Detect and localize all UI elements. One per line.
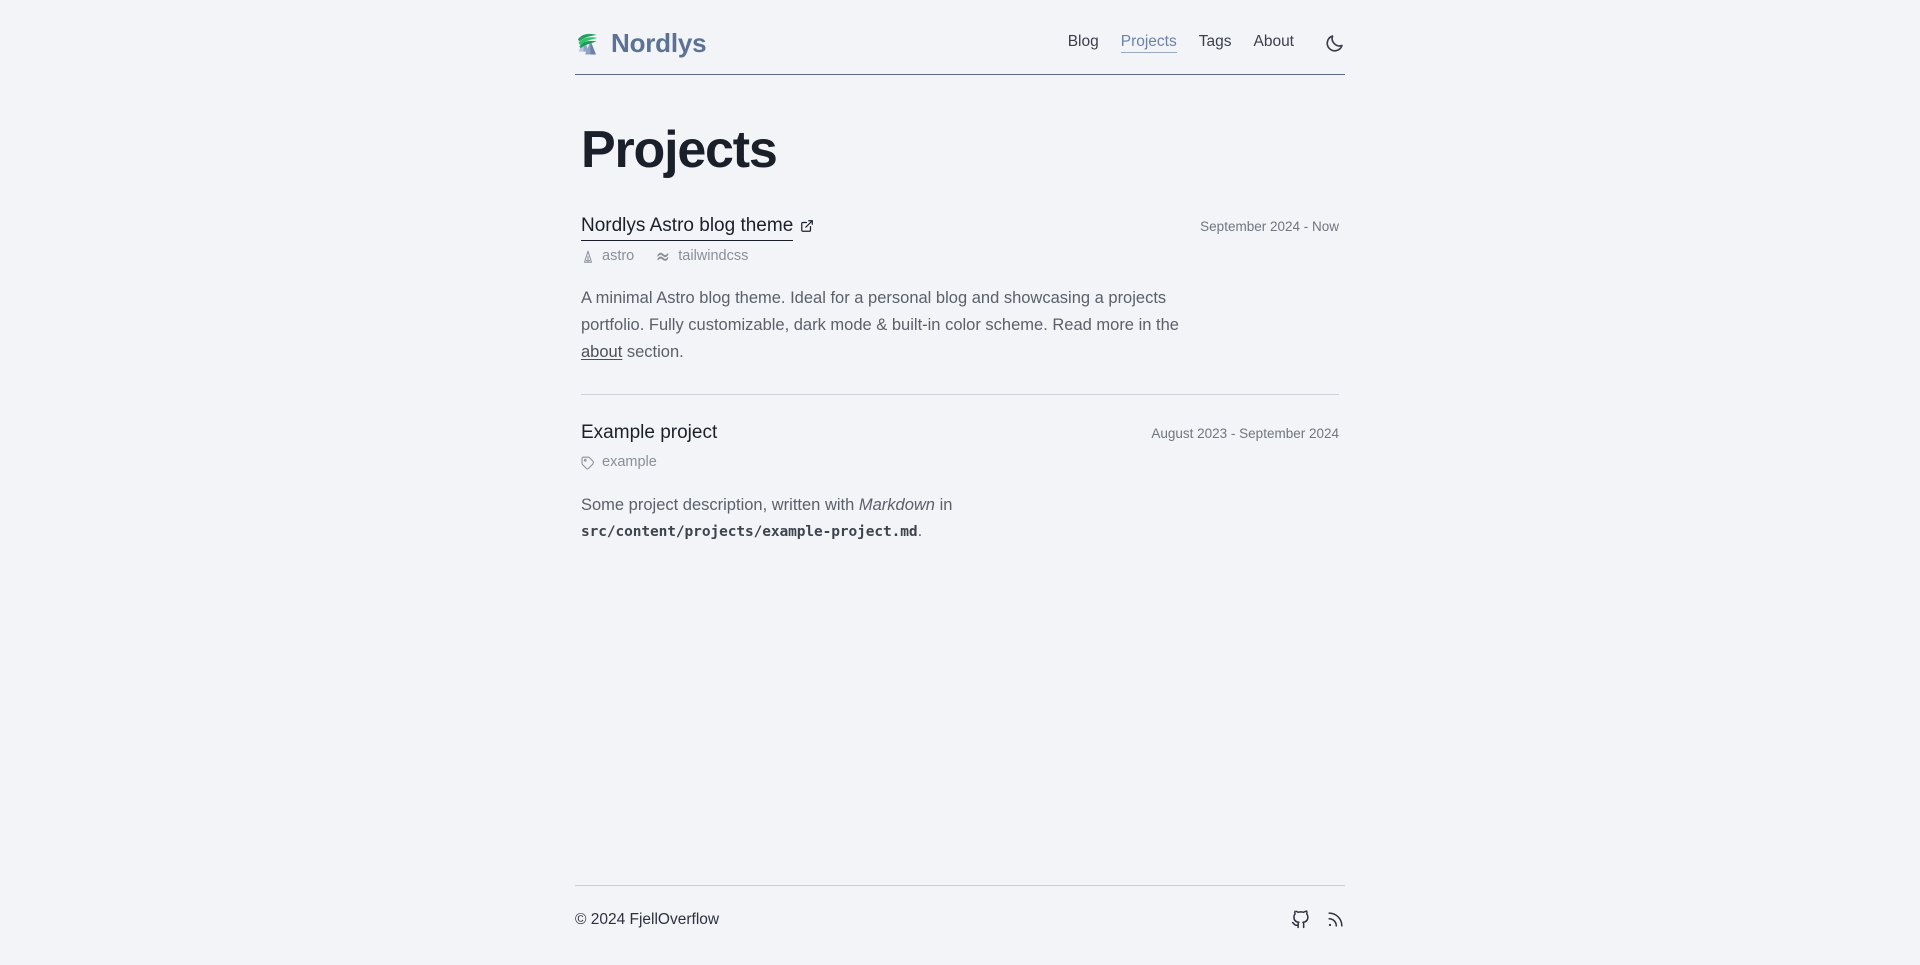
theme-toggle-button[interactable] (1324, 33, 1345, 54)
aurora-mountain-logo-icon (577, 33, 598, 55)
site-footer: © 2024 FjellOverflow (575, 885, 1345, 965)
project-title[interactable]: Nordlys Astro blog theme (581, 212, 794, 242)
nav-item-blog[interactable]: Blog (1068, 33, 1099, 53)
page-title: Projects (581, 121, 778, 179)
description-text: in (935, 495, 953, 514)
project-date: August 2023 - September 2024 (1151, 425, 1339, 441)
brand-name: Nordlys (611, 28, 707, 58)
tag-icon (581, 456, 594, 470)
project-tag-example[interactable]: example (581, 454, 657, 471)
copyright-text: © 2024 FjellOverflow (575, 910, 720, 928)
description-text: . (917, 522, 923, 541)
external-link-icon (801, 220, 814, 233)
nav-item-projects[interactable]: Projects (1120, 33, 1177, 54)
project-header: Nordlys Astro blog theme September 2024 … (581, 212, 1339, 242)
astro-icon (584, 250, 592, 263)
project-tag-label: tailwindcss (678, 248, 749, 265)
project-tag-astro[interactable]: astro (581, 248, 634, 265)
project-title: Example project (581, 421, 718, 443)
project-tags: example (581, 454, 1339, 471)
site-header: Nordlys Blog Projects Tags About (575, 22, 1345, 75)
about-link[interactable]: about (581, 343, 622, 361)
nav-item-about[interactable]: About (1253, 33, 1294, 53)
description-emphasis: Markdown (858, 495, 935, 514)
github-link[interactable] (1291, 910, 1310, 929)
project-description: Some project description, written with M… (581, 492, 1181, 545)
project-tags: astro tailwindcss (581, 248, 1339, 265)
project-item: Example project August 2023 - September … (581, 393, 1339, 549)
project-description: A minimal Astro blog theme. Ideal for a … (581, 285, 1181, 365)
projects-list: Nordlys Astro blog theme September 2024 … (575, 212, 1345, 549)
page-root: Nordlys Blog Projects Tags About Project… (0, 0, 1920, 965)
project-item: Nordlys Astro blog theme September 2024 … (581, 212, 1339, 370)
tailwindcss-icon (657, 253, 669, 262)
nav-item-tags[interactable]: Tags (1199, 33, 1232, 53)
moon-icon (1326, 34, 1343, 52)
github-icon (1291, 910, 1309, 929)
description-text: section. (622, 342, 684, 361)
social-links (1291, 910, 1345, 929)
project-header: Example project August 2023 - September … (581, 419, 1339, 448)
project-tag-label: example (602, 454, 657, 471)
description-code: src/content/projects/example-project.md (581, 524, 918, 541)
rss-icon (1328, 912, 1343, 927)
project-title-link[interactable]: Nordlys Astro blog theme (581, 212, 814, 242)
description-text: Some project description, written with (581, 495, 859, 514)
content-container: Nordlys Blog Projects Tags About Project… (575, 0, 1345, 549)
description-text: A minimal Astro blog theme. Ideal for a … (581, 289, 1179, 335)
project-tag-label: astro (602, 248, 635, 265)
main-nav: Blog Projects Tags About (1068, 33, 1345, 54)
project-tag-tailwindcss[interactable]: tailwindcss (656, 248, 748, 265)
rss-link[interactable] (1326, 910, 1345, 929)
project-title-wrap: Example project (581, 419, 717, 448)
project-date: September 2024 - Now (1200, 218, 1339, 234)
brand-home-link[interactable]: Nordlys (575, 28, 707, 58)
